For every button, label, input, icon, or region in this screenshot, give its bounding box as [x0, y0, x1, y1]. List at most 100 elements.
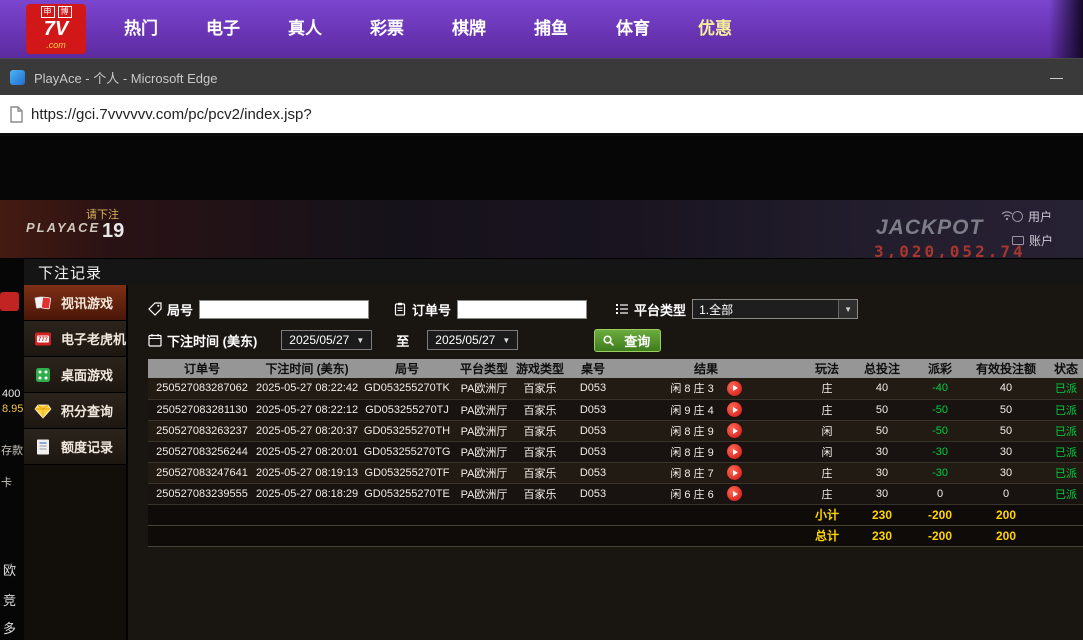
url-input[interactable]	[31, 105, 1083, 123]
tab-favicon-icon	[10, 69, 25, 85]
result-text: 闲 8 庄 3	[670, 383, 714, 396]
grand-total-row: 总计 230 -200 200	[148, 525, 1083, 547]
cell-total: 30	[860, 483, 905, 505]
nav-item-sports[interactable]: 体育	[592, 0, 674, 58]
table-row: 250527083287062 2025-05-27 08:22:42 GD05…	[148, 378, 1083, 400]
edge-titlebar: PlayAce - 个人 - Microsoft Edge —	[0, 58, 1083, 95]
edge-fragment-2: 竞	[3, 593, 17, 608]
cell-round: GD053255270TG	[358, 441, 457, 463]
edge-fragment-deposit: 存款	[1, 445, 23, 457]
cell-round: GD053255270TH	[358, 420, 457, 442]
to-label: 至	[396, 333, 410, 349]
replay-button[interactable]	[726, 423, 742, 438]
user-menu-item[interactable]: 用户	[1012, 208, 1052, 225]
cell-status: 已派	[1036, 399, 1083, 421]
cell-game: 百家乐	[512, 399, 569, 421]
nav-item-live[interactable]: 真人	[264, 0, 346, 58]
grand-total-valid: 200	[976, 525, 1037, 547]
cell-platform: PA欧洲厅	[456, 378, 513, 400]
nav-item-hot[interactable]: 热门	[100, 0, 182, 58]
lobby-video-strip: PLAYACE 请下注 19 JACKPOT 3,020,052.74 用户 账…	[0, 200, 1083, 258]
chevron-down-icon: ▼	[838, 300, 858, 318]
records-table: 订单号 下注时间 (美东) 局号 平台类型 游戏类型 桌号 结果 玩法 总投注 …	[148, 359, 1083, 547]
ledger-icon	[33, 437, 53, 457]
round-label: 局号	[167, 302, 194, 318]
edge-fragment-3: 多	[3, 621, 17, 636]
table-row: 250527083239555 2025-05-27 08:18:29 GD05…	[148, 483, 1083, 505]
cell-table: D053	[568, 420, 619, 442]
cell-result: 闲 8 庄 9	[618, 441, 795, 463]
sidebar-item-slots[interactable]: 777 电子老虎机	[24, 321, 127, 357]
minimize-button[interactable]: —	[1040, 70, 1073, 85]
replay-button[interactable]	[726, 444, 742, 459]
cell-platform: PA欧洲厅	[456, 399, 513, 421]
dice-icon	[33, 365, 53, 385]
column-header-status: 状态	[1036, 359, 1083, 378]
table-row: 250527083263237 2025-05-27 08:20:37 GD05…	[148, 420, 1083, 442]
replay-button[interactable]	[726, 486, 742, 501]
chevron-down-icon: ▼	[502, 335, 511, 345]
result-text: 闲 9 庄 4	[670, 404, 714, 417]
nav-item-board[interactable]: 棋牌	[428, 0, 510, 58]
cell-result: 闲 9 庄 4	[618, 399, 795, 421]
nav-item-fishing[interactable]: 捕鱼	[510, 0, 592, 58]
account-menu-item[interactable]: 账户	[1012, 232, 1053, 249]
nav-item-electronic[interactable]: 电子	[182, 0, 264, 58]
sidebar-item-points[interactable]: 积分查询	[24, 393, 127, 429]
play-icon	[732, 385, 738, 392]
jackpot-value: 3,020,052.74	[874, 242, 1026, 258]
cell-result: 闲 8 庄 9	[618, 420, 795, 442]
svg-text:777: 777	[38, 337, 49, 343]
order-input[interactable]	[457, 299, 588, 319]
cell-table: D053	[568, 483, 619, 505]
playace-logo: PLAYACE	[26, 220, 101, 235]
column-header-platform: 平台类型	[456, 359, 513, 378]
cell-round: GD053255270TK	[358, 378, 457, 400]
cell-game: 百家乐	[512, 462, 569, 484]
replay-button[interactable]	[726, 380, 742, 396]
nav-item-promo[interactable]: 优惠	[674, 0, 756, 58]
bet-records-panel: 下注记录 视讯游戏 777 电子老虎机 桌面游戏 积分查询 额度记录 局号 订单…	[24, 258, 1083, 640]
sidebar-item-table-games[interactable]: 桌面游戏	[24, 357, 127, 393]
search-button[interactable]: 查询	[594, 328, 662, 352]
replay-button[interactable]	[726, 465, 742, 480]
cell-valid: 0	[976, 483, 1037, 505]
play-icon	[732, 469, 738, 476]
subtotal-total: 230	[860, 504, 905, 526]
chevron-down-icon: ▼	[356, 335, 365, 345]
replay-button[interactable]	[726, 402, 742, 417]
column-header-valid: 有效投注额	[976, 359, 1037, 378]
column-header-payout: 派彩	[904, 359, 977, 378]
date-to-picker[interactable]: 2025/05/27 ▼	[427, 330, 519, 350]
date-to-value: 2025/05/27	[435, 333, 496, 347]
cell-time: 2025-05-27 08:22:12	[256, 399, 359, 421]
result-text: 闲 8 庄 9	[670, 446, 714, 459]
cards-icon	[33, 293, 53, 313]
list-icon	[615, 302, 629, 316]
platform-type-select[interactable]: 1.全部 ▼	[692, 299, 859, 319]
date-from-picker[interactable]: 2025/05/27 ▼	[281, 330, 373, 350]
cell-order: 250527083281130	[148, 399, 257, 421]
logo-brand: 7V	[43, 18, 69, 40]
records-sidebar: 视讯游戏 777 电子老虎机 桌面游戏 积分查询 额度记录	[24, 285, 129, 640]
cell-status: 已派	[1036, 483, 1083, 505]
play-icon	[732, 406, 738, 413]
sidebar-item-video-games[interactable]: 视讯游戏	[24, 285, 127, 321]
sidebar-item-label: 桌面游戏	[61, 368, 114, 383]
cell-order: 250527083256244	[148, 441, 257, 463]
cell-play: 庄	[794, 378, 861, 400]
round-input[interactable]	[199, 299, 370, 319]
table-row: 250527083256244 2025-05-27 08:20:01 GD05…	[148, 441, 1083, 463]
nav-item-lottery[interactable]: 彩票	[346, 0, 428, 58]
sidebar-item-label: 视讯游戏	[61, 296, 114, 311]
table-totals: 小计 230 -200 200 总计 230 -200 200	[148, 504, 1083, 547]
filter-row-2: 下注时间 (美东) 2025/05/27 ▼ 至 2025/05/27 ▼ 查询	[148, 328, 1083, 352]
edge-fragment-1: 欧	[3, 563, 17, 578]
cell-round: GD053255270TF	[358, 462, 457, 484]
column-header-time: 下注时间 (美东)	[256, 359, 359, 378]
site-logo[interactable]: 申 博 7V .com	[26, 4, 86, 54]
jackpot-label: JACKPOT	[876, 216, 984, 239]
grand-total-total: 230	[860, 525, 905, 547]
sidebar-item-credit-records[interactable]: 额度记录	[24, 429, 127, 465]
cell-table: D053	[568, 462, 619, 484]
